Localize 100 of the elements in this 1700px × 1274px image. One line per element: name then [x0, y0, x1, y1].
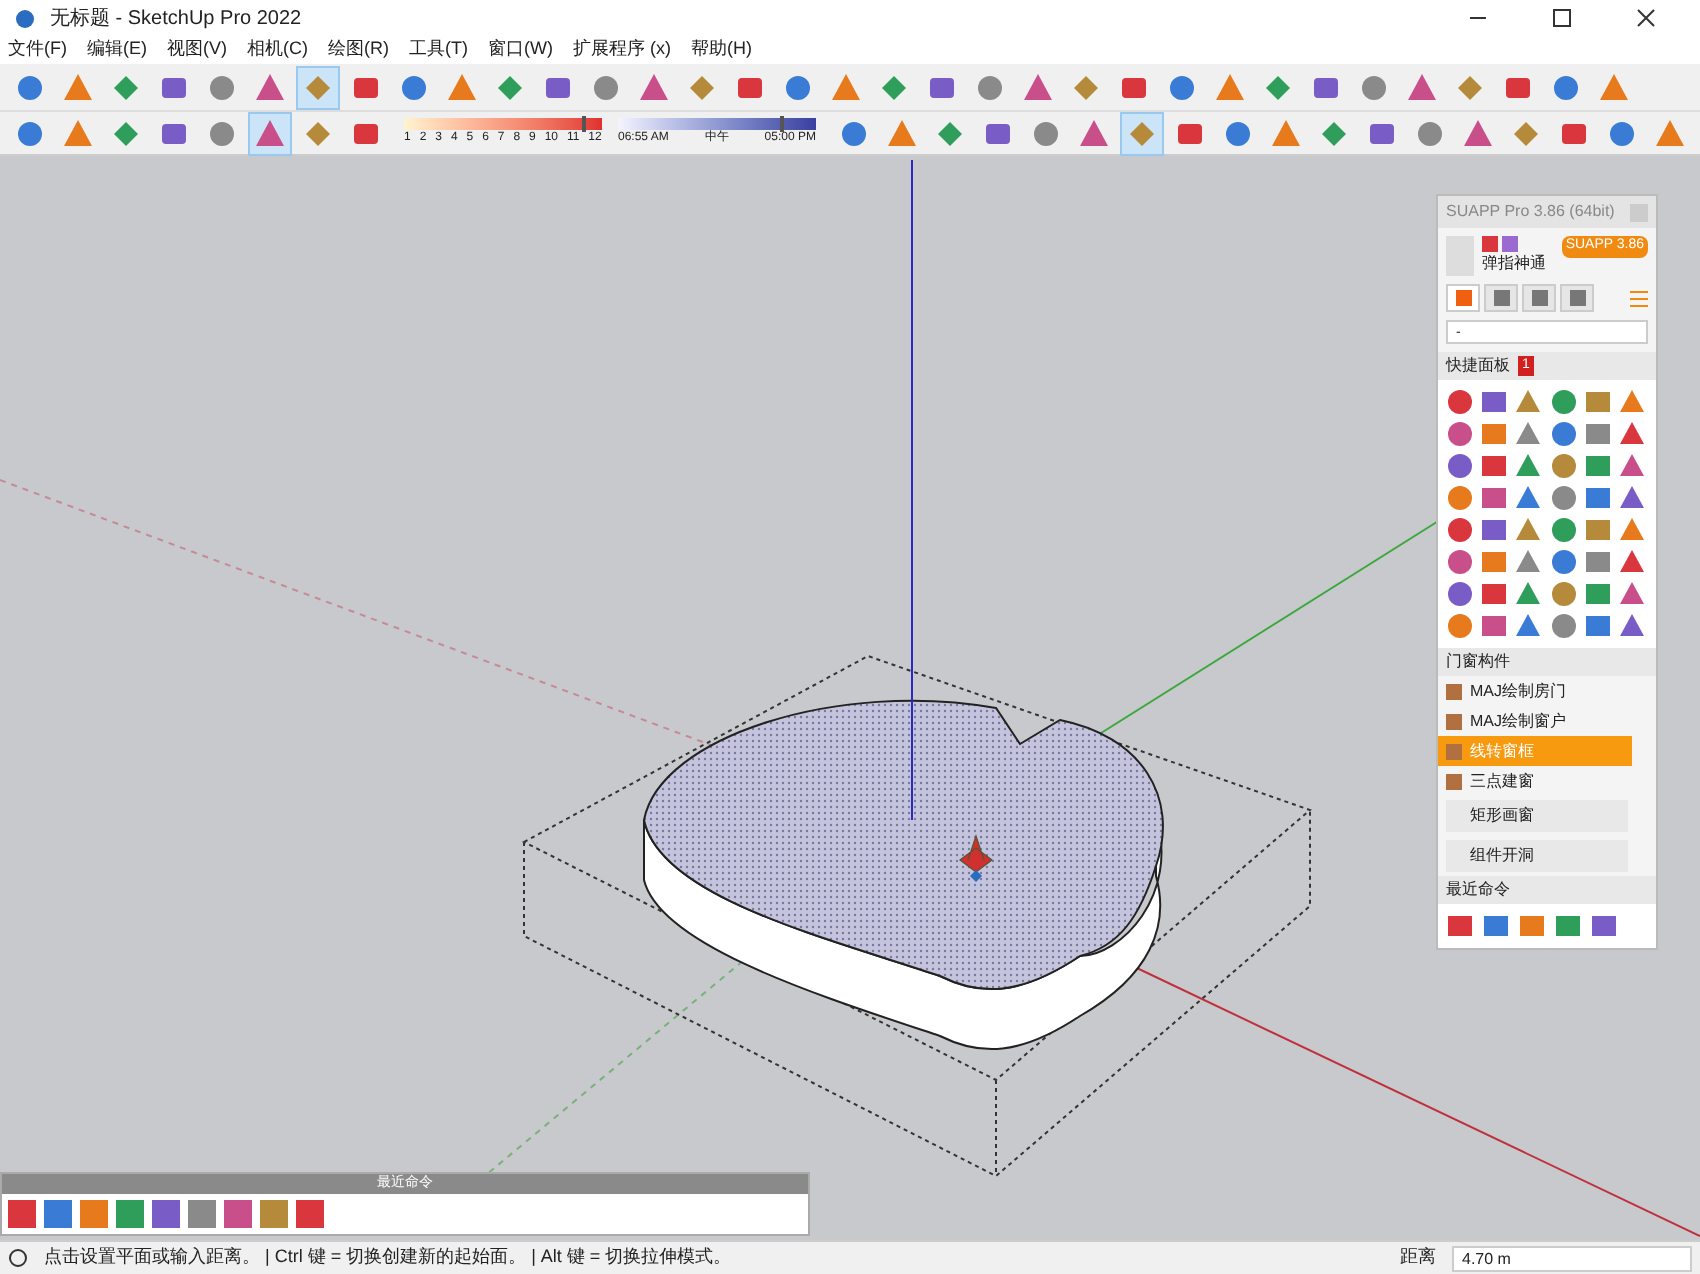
plugin-icon[interactable] [1549, 420, 1577, 448]
plugin-icon[interactable] [1514, 580, 1543, 608]
plugin-icon[interactable] [1480, 516, 1509, 544]
plugin-icon[interactable] [1583, 580, 1612, 608]
menu-item[interactable]: 绘图(R) [328, 36, 389, 64]
tool-icon [638, 71, 670, 103]
plugin-icon[interactable] [1583, 516, 1612, 544]
plugin-icon[interactable] [1549, 580, 1577, 608]
info-icon[interactable] [8, 1248, 28, 1268]
plugin-icon[interactable] [1583, 452, 1612, 480]
plugin-icon[interactable] [222, 1198, 254, 1230]
month-slider[interactable] [404, 118, 602, 130]
plugin-icon[interactable] [1617, 548, 1646, 576]
menu-item[interactable]: 扩展程序 (x) [573, 36, 671, 64]
submenu-button[interactable]: 组件开洞 [1446, 840, 1628, 872]
plugin-icon[interactable] [1514, 420, 1543, 448]
plugin-icon[interactable] [1446, 580, 1474, 608]
tool-icon [1454, 71, 1486, 103]
plugin-icon[interactable] [1518, 912, 1546, 940]
menu-item[interactable]: 文件(F) [8, 36, 67, 64]
maximize-icon[interactable] [1552, 8, 1572, 28]
slider-thumb[interactable] [582, 116, 587, 132]
panel-tab[interactable] [1522, 284, 1556, 312]
plugin-icon[interactable] [1590, 912, 1618, 940]
menu-item[interactable]: 编辑(E) [87, 36, 147, 64]
tool-icon [1598, 71, 1630, 103]
plugin-icon[interactable] [1514, 388, 1543, 416]
menu-item[interactable]: 工具(T) [409, 36, 468, 64]
tool-icon [1222, 117, 1254, 149]
plugin-icon[interactable] [1617, 452, 1646, 480]
tool-icon [782, 71, 814, 103]
plugin-icon[interactable] [1617, 484, 1646, 512]
submenu-button[interactable]: 矩形画窗 [1446, 800, 1628, 832]
plugin-icon[interactable] [1480, 612, 1509, 640]
toolbar-tool[interactable] [296, 65, 340, 109]
plugin-icon[interactable] [1480, 548, 1509, 576]
toolbar-tool[interactable] [248, 111, 292, 155]
plugin-icon[interactable] [78, 1198, 110, 1230]
plugin-icon[interactable] [1514, 612, 1543, 640]
plugin-icon[interactable] [1514, 452, 1543, 480]
tab-icon [1455, 290, 1471, 306]
plugin-icon[interactable] [1583, 548, 1612, 576]
plugin-icon[interactable] [294, 1198, 326, 1230]
menu-item[interactable]: 相机(C) [247, 36, 308, 64]
plugin-icon[interactable] [1514, 516, 1543, 544]
plugin-icon[interactable] [1549, 548, 1577, 576]
plugin-icon[interactable] [1549, 484, 1577, 512]
plugin-icon[interactable] [1480, 420, 1509, 448]
plugin-icon[interactable] [1554, 912, 1582, 940]
plugin-icon[interactable] [1549, 388, 1577, 416]
plugin-icon[interactable] [1446, 912, 1474, 940]
plugin-icon[interactable] [1583, 612, 1612, 640]
tool-icon [974, 71, 1006, 103]
plugin-icon[interactable] [1446, 484, 1474, 512]
plugin-icon[interactable] [1583, 484, 1612, 512]
time-slider[interactable] [618, 118, 816, 130]
plugin-icon[interactable] [186, 1198, 218, 1230]
plugin-icon[interactable] [1446, 612, 1474, 640]
plugin-icon[interactable] [1480, 452, 1509, 480]
plugin-icon[interactable] [1549, 452, 1577, 480]
plugin-icon[interactable] [1446, 420, 1474, 448]
close-icon[interactable] [1636, 8, 1656, 28]
plugin-icon[interactable] [1446, 388, 1474, 416]
plugin-icon[interactable] [1617, 580, 1646, 608]
plugin-icon[interactable] [1583, 388, 1612, 416]
plugin-icon[interactable] [1583, 420, 1612, 448]
plugin-icon[interactable] [1482, 912, 1510, 940]
plugin-icon[interactable] [258, 1198, 290, 1230]
tool-icon [62, 117, 94, 149]
plugin-icon[interactable] [1617, 420, 1646, 448]
plugin-icon[interactable] [1446, 516, 1474, 544]
plugin-icon[interactable] [114, 1198, 146, 1230]
plugin-icon[interactable] [1617, 516, 1646, 544]
plugin-icon[interactable] [42, 1198, 74, 1230]
list-icon[interactable] [1630, 289, 1648, 307]
plugin-icon[interactable] [1446, 548, 1474, 576]
plugin-icon[interactable] [1480, 580, 1509, 608]
tool-icon [206, 71, 238, 103]
menu-item[interactable]: 帮助(H) [691, 36, 752, 64]
slider-thumb[interactable] [780, 116, 785, 132]
measure-field[interactable]: 4.70 m [1452, 1245, 1692, 1271]
plugin-icon[interactable] [1617, 612, 1646, 640]
plugin-icon[interactable] [1514, 484, 1543, 512]
plugin-icon[interactable] [1480, 388, 1509, 416]
plugin-icon[interactable] [1446, 452, 1474, 480]
panel-tab[interactable] [1484, 284, 1518, 312]
panel-tab[interactable] [1446, 284, 1480, 312]
plugin-icon[interactable] [1480, 484, 1509, 512]
section-title[interactable]: 快捷面板 [1446, 354, 1510, 378]
plugin-icon[interactable] [1549, 516, 1577, 544]
panel-tab[interactable] [1560, 284, 1594, 312]
toolbar-tool[interactable] [1120, 111, 1164, 155]
menu-item[interactable]: 视图(V) [167, 36, 227, 64]
plugin-icon[interactable] [1514, 548, 1543, 576]
plugin-icon[interactable] [1617, 388, 1646, 416]
tool-icon [1406, 71, 1438, 103]
plugin-icon[interactable] [150, 1198, 182, 1230]
plugin-icon[interactable] [6, 1198, 38, 1230]
plugin-icon[interactable] [1549, 612, 1577, 640]
menu-item[interactable]: 窗口(W) [488, 36, 553, 64]
